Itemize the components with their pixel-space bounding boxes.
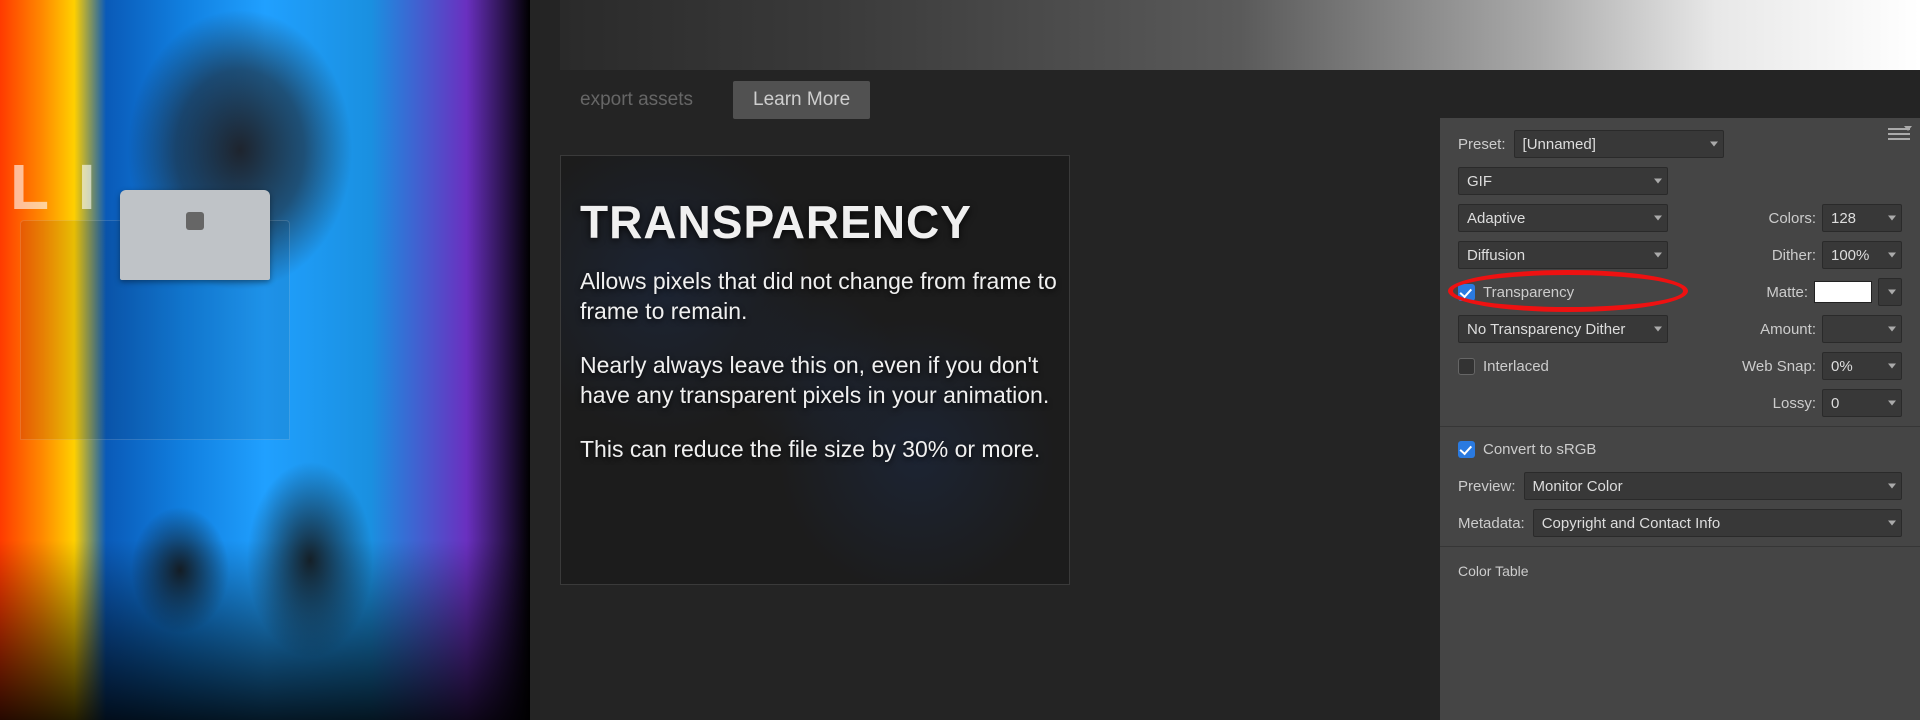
preset-label: Preset: [1458, 136, 1506, 153]
dither-algo-select[interactable]: Diffusion [1458, 241, 1668, 269]
slide-title: TRANSPARENCY [580, 195, 1070, 249]
chevron-down-icon [1654, 179, 1662, 184]
websnap-select[interactable]: 0% [1822, 352, 1902, 380]
slide-text-overlay: TRANSPARENCY Allows pixels that did not … [580, 195, 1070, 488]
chevron-down-icon [1888, 521, 1896, 526]
colors-label: Colors: [1768, 210, 1816, 227]
panel-menu-icon[interactable] [1888, 128, 1910, 142]
dither-value: 100% [1831, 247, 1869, 264]
tab-learn-more[interactable]: Learn More [733, 81, 870, 119]
websnap-value: 0% [1831, 358, 1853, 375]
preview-value: Monitor Color [1533, 478, 1623, 495]
chevron-down-icon [1888, 216, 1896, 221]
metadata-select[interactable]: Copyright and Contact Info [1533, 509, 1902, 537]
tab-export-assets[interactable]: export assets [560, 81, 713, 119]
slide-area: export assets Learn More TRANSPARENCY Al… [530, 0, 1920, 720]
lossy-select[interactable]: 0 [1822, 389, 1902, 417]
websnap-label: Web Snap: [1742, 358, 1816, 375]
lossy-value: 0 [1831, 395, 1839, 412]
matte-label: Matte: [1766, 284, 1808, 301]
dialog-tabs: export assets Learn More [560, 78, 870, 122]
chevron-down-icon [1654, 253, 1662, 258]
colors-select[interactable]: 128 [1822, 204, 1902, 232]
transparency-checkbox[interactable] [1458, 284, 1475, 301]
metadata-label: Metadata: [1458, 515, 1525, 532]
convert-srgb-checkbox[interactable] [1458, 441, 1475, 458]
preview-label: Preview: [1458, 478, 1516, 495]
chevron-down-icon [1888, 364, 1896, 369]
dither-algo-value: Diffusion [1467, 247, 1525, 264]
color-table-label: Color Table [1458, 555, 1902, 581]
stage-backdrop-text: L I [10, 150, 102, 224]
transparency-label: Transparency [1483, 284, 1574, 301]
chevron-down-icon [1710, 142, 1718, 147]
transparency-dither-value: No Transparency Dither [1467, 321, 1625, 338]
divider [1440, 426, 1920, 427]
chevron-down-icon [1888, 253, 1896, 258]
lossy-label: Lossy: [1773, 395, 1816, 412]
slide-paragraph-1: Allows pixels that did not change from f… [580, 267, 1070, 327]
metadata-value: Copyright and Contact Info [1542, 515, 1720, 532]
palette-select[interactable]: Adaptive [1458, 204, 1668, 232]
chevron-down-icon [1888, 327, 1896, 332]
format-select[interactable]: GIF [1458, 167, 1668, 195]
preset-value: [Unnamed] [1523, 136, 1596, 153]
convert-srgb-label: Convert to sRGB [1483, 441, 1596, 458]
preview-select[interactable]: Monitor Color [1524, 472, 1902, 500]
dither-label: Dither: [1772, 247, 1816, 264]
slide-paragraph-3: This can reduce the file size by 30% or … [580, 435, 1070, 465]
chevron-down-icon [1654, 216, 1662, 221]
laptop [120, 190, 270, 280]
export-settings-panel: Preset: [Unnamed] GIF Adaptive Colors: 1… [1440, 118, 1920, 720]
interlaced-checkbox[interactable] [1458, 358, 1475, 375]
dither-select[interactable]: 100% [1822, 241, 1902, 269]
chevron-down-icon [1888, 484, 1896, 489]
amount-label: Amount: [1760, 321, 1816, 338]
divider [1440, 546, 1920, 547]
chevron-down-icon [1888, 290, 1896, 295]
interlaced-label: Interlaced [1483, 358, 1549, 375]
slide-paragraph-2: Nearly always leave this on, even if you… [580, 351, 1070, 411]
preset-select[interactable]: [Unnamed] [1514, 130, 1724, 158]
transparency-dither-select[interactable]: No Transparency Dither [1458, 315, 1668, 343]
chevron-down-icon [1888, 401, 1896, 406]
presenter-photo: L I [0, 0, 530, 720]
dialog-titlebar-gradient [560, 0, 1920, 70]
format-value: GIF [1467, 173, 1492, 190]
colors-value: 128 [1831, 210, 1856, 227]
chevron-down-icon [1654, 327, 1662, 332]
amount-select [1822, 315, 1902, 343]
matte-swatch[interactable] [1814, 281, 1872, 303]
matte-select[interactable] [1878, 278, 1902, 306]
palette-value: Adaptive [1467, 210, 1525, 227]
